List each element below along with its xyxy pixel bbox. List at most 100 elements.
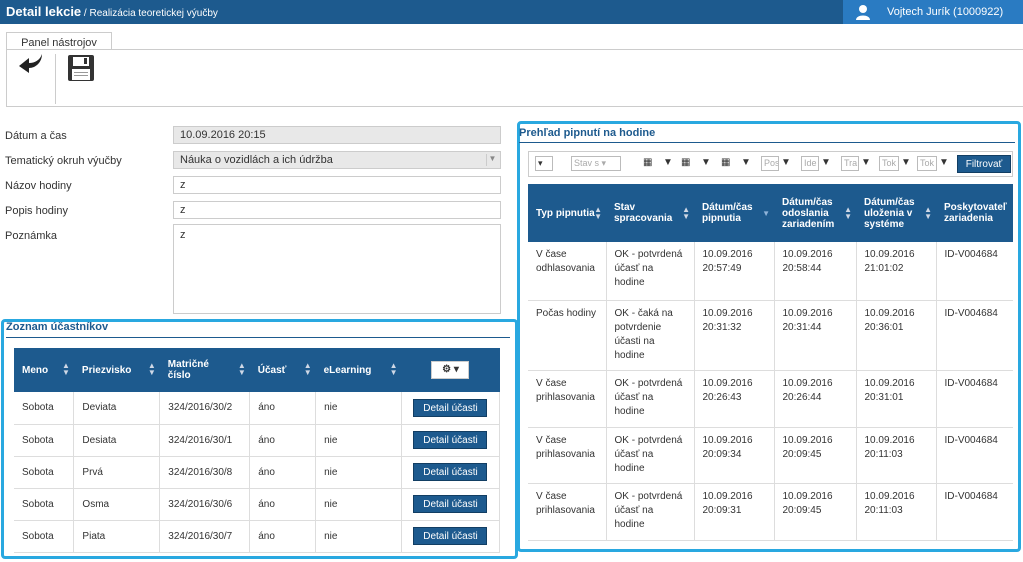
filter-icon[interactable]: ▼: [701, 157, 711, 168]
sort-icon[interactable]: ▲ ▼: [844, 206, 852, 221]
detail-attendance-button[interactable]: Detail účasti: [413, 431, 488, 449]
sort-icon[interactable]: ▲ ▼: [148, 362, 156, 377]
datetime-field: 10.09.2016 20:15: [173, 126, 501, 144]
name-label: Názov hodiny: [5, 180, 72, 192]
col-pip-type[interactable]: Typ pipnutia ▲ ▼: [528, 184, 606, 242]
cell-provider: ID-V004684: [936, 300, 1013, 371]
filter-icon[interactable]: ▼: [741, 157, 751, 168]
sort-icon[interactable]: ▲ ▼: [304, 362, 312, 377]
table-row: V čase prihlasovania OK - potvrdená účas…: [528, 370, 1013, 428]
cell-reg-number: 324/2016/30/6: [159, 488, 251, 521]
sort-icon[interactable]: ▲ ▼: [594, 206, 602, 221]
col-elearning[interactable]: eLearning ▲ ▼: [315, 348, 402, 392]
cell-reg-number: 324/2016/30/2: [159, 392, 251, 425]
detail-attendance-button[interactable]: Detail účasti: [413, 495, 488, 513]
sort-desc-icon[interactable]: ▼: [762, 210, 770, 218]
calendar-icon[interactable]: ▦: [681, 157, 690, 168]
col-pip-type-label: Typ pipnutia: [536, 207, 595, 219]
cell-last-name: Osma: [73, 488, 161, 521]
col-reg-number[interactable]: Matričné číslo ▲ ▼: [159, 348, 250, 392]
history-rule: [519, 142, 1015, 143]
table-row: Sobota Osma 324/2016/30/6 áno nie Detail…: [14, 488, 501, 521]
cell-elearning: nie: [315, 392, 402, 425]
cell-last-name: Deviata: [73, 392, 161, 425]
cell-actions: Detail účasti: [401, 392, 501, 425]
floppy-disk-icon[interactable]: [67, 54, 95, 82]
col-sent-datetime[interactable]: Dátum/čas odoslania zariadením ▲ ▼: [774, 184, 856, 242]
sort-icon[interactable]: ▲ ▼: [682, 206, 690, 221]
col-elearning-label: eLearning: [323, 364, 372, 376]
back-arrow-icon[interactable]: [15, 54, 45, 76]
note-textarea[interactable]: z: [173, 224, 501, 314]
user-menu[interactable]: Vojtech Jurík (1000922): [843, 0, 1023, 24]
filter-icon[interactable]: ▼: [781, 157, 791, 168]
sort-icon[interactable]: ▲ ▼: [238, 362, 246, 377]
detail-attendance-button[interactable]: Detail účasti: [413, 527, 488, 545]
history-title: Prehľad pipnutí na hodine: [519, 127, 656, 139]
calendar-icon[interactable]: ▦: [643, 157, 652, 168]
pos-filter-input[interactable]: Pos: [761, 156, 779, 171]
col-provider[interactable]: Poskytovateľ zariadenia: [936, 184, 1013, 242]
name-input[interactable]: z: [173, 176, 501, 194]
col-processing-state-label: Stav spracovania: [614, 202, 673, 224]
detail-attendance-button[interactable]: Detail účasti: [413, 463, 488, 481]
table-row: Sobota Deviata 324/2016/30/2 áno nie Det…: [14, 392, 501, 425]
history-table-wrapper[interactable]: Typ pipnutia ▲ ▼ Stav spracovania ▲ ▼ Dátum/…: [528, 184, 1013, 548]
cell-processing-state: OK - potvrdená účasť na hodine: [606, 427, 695, 484]
sort-icon[interactable]: ▲ ▼: [62, 362, 70, 377]
col-processing-state[interactable]: Stav spracovania ▲ ▼: [606, 184, 694, 242]
user-name: Vojtech Jurík (1000922): [887, 6, 1004, 18]
ide-filter-input[interactable]: Ide: [801, 156, 819, 171]
cell-reg-number: 324/2016/30/7: [159, 520, 251, 553]
state-filter-select[interactable]: Stav s ▾: [571, 156, 621, 171]
table-row: Počas hodiny OK - čaká na potvrdenie úča…: [528, 300, 1013, 371]
tab-toolbar[interactable]: Panel nástrojov: [6, 32, 112, 50]
tok1-filter-input[interactable]: Tok: [879, 156, 899, 171]
cell-pip-type: V čase prihlasovania: [528, 427, 607, 484]
cell-attendance: áno: [249, 456, 317, 489]
tra-filter-input[interactable]: Tra: [841, 156, 859, 171]
description-input[interactable]: z: [173, 201, 501, 219]
cell-reg-number: 324/2016/30/1: [159, 424, 251, 457]
settings-dropdown[interactable]: ⚙ ▾: [431, 361, 470, 379]
filter-icon[interactable]: ▼: [821, 157, 831, 168]
cell-first-name: Sobota: [14, 488, 75, 521]
col-pip-datetime-label: Dátum/čas pipnutia: [702, 202, 753, 224]
sort-icon[interactable]: ▲ ▼: [390, 362, 398, 377]
cell-saved-datetime: 10.09.2016 20:31:01: [856, 370, 937, 428]
cell-provider: ID-V004684: [936, 370, 1013, 428]
participants-title: Zoznam účastníkov: [6, 321, 109, 333]
col-attendance[interactable]: Účasť ▲ ▼: [249, 348, 316, 392]
filter-button[interactable]: Filtrovať: [957, 155, 1011, 173]
chevron-down-icon[interactable]: ▼: [486, 154, 498, 166]
filter-icon[interactable]: ▼: [663, 157, 673, 168]
col-pip-datetime[interactable]: Dátum/čas pipnutia ▼: [694, 184, 774, 242]
col-reg-number-label: Matričné číslo: [167, 359, 209, 381]
sort-icon[interactable]: ▲ ▼: [924, 206, 932, 221]
filter-icon[interactable]: ▼: [861, 157, 871, 168]
cell-processing-state: OK - potvrdená účasť na hodine: [606, 370, 695, 428]
col-first-name-label: Meno: [22, 364, 49, 376]
filter-icon[interactable]: ▼: [939, 157, 949, 168]
cell-attendance: áno: [249, 392, 317, 425]
topic-select[interactable]: Náuka o vozidlách a ich údržba ▼: [173, 151, 501, 169]
cell-sent-datetime: 10.09.2016 20:09:45: [774, 427, 857, 484]
column-chooser-dropdown[interactable]: ▾: [535, 156, 553, 171]
cell-pip-type: V čase odhlasovania: [528, 242, 607, 301]
cell-processing-state: OK - potvrdená účasť na hodine: [606, 242, 695, 301]
col-first-name[interactable]: Meno ▲ ▼: [14, 348, 74, 392]
page-title-text: Detail lekcie: [6, 4, 82, 19]
detail-attendance-button[interactable]: Detail účasti: [413, 398, 488, 417]
user-icon: [856, 5, 870, 20]
cell-actions: Detail účasti: [401, 456, 501, 489]
calendar-icon[interactable]: ▦: [721, 157, 730, 168]
col-provider-label: Poskytovateľ zariadenia: [944, 202, 1007, 224]
cell-elearning: nie: [315, 456, 402, 489]
topic-label: Tematický okruh výučby: [5, 155, 122, 167]
cell-saved-datetime: 10.09.2016 20:11:03: [856, 427, 937, 484]
tok2-filter-input[interactable]: Tok: [917, 156, 937, 171]
filter-icon[interactable]: ▼: [901, 157, 911, 168]
col-last-name[interactable]: Priezvisko ▲ ▼: [73, 348, 160, 392]
col-saved-datetime[interactable]: Dátum/čas uloženia v systéme ▲ ▼: [856, 184, 936, 242]
cell-first-name: Sobota: [14, 424, 75, 457]
